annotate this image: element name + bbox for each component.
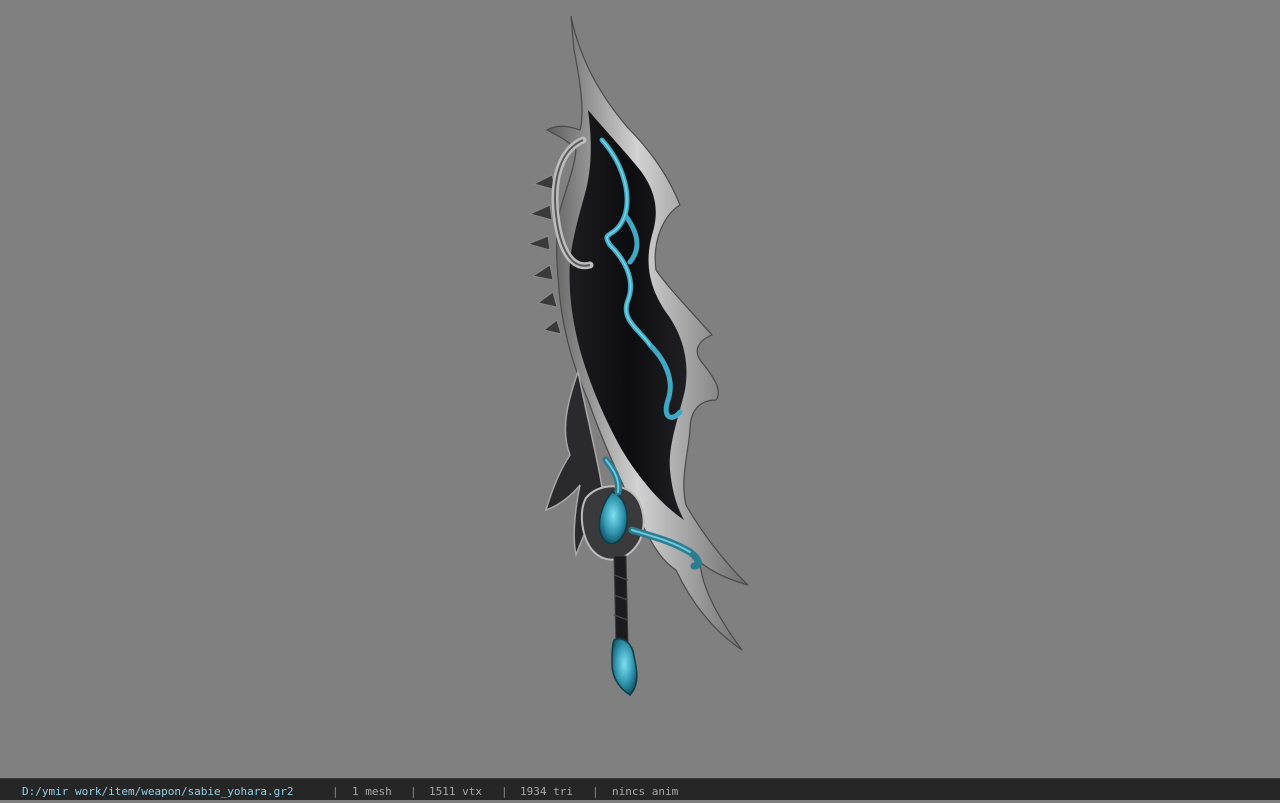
- model-viewport[interactable]: [0, 0, 1280, 778]
- sword-model[interactable]: [0, 0, 1280, 778]
- status-bar: D:/ymir work/item/weapon/sabie_yohara.gr…: [0, 778, 1280, 800]
- pommel: [611, 638, 638, 696]
- hilt-grip: [613, 555, 629, 646]
